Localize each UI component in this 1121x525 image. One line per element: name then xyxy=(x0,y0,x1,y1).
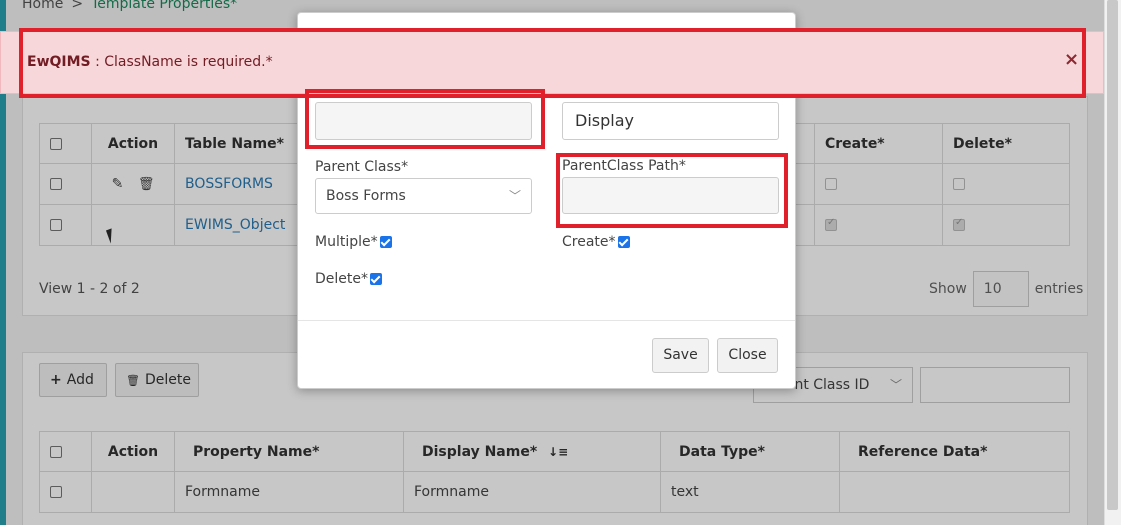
highlight-parent-class-path xyxy=(556,153,788,228)
display-name-input[interactable]: Display xyxy=(562,102,779,140)
parent-class-value: Boss Forms xyxy=(326,188,406,204)
highlight-alert xyxy=(19,28,1086,98)
save-button[interactable]: Save xyxy=(652,338,709,373)
delete-option: Delete* xyxy=(315,271,382,287)
parent-class-label: Parent Class* xyxy=(315,159,409,175)
multiple-checkbox[interactable] xyxy=(379,236,392,248)
close-button[interactable]: Close xyxy=(717,338,778,373)
parent-class-select[interactable]: Boss Forms ﹀ xyxy=(315,178,532,214)
page-scrollbar[interactable] xyxy=(1104,0,1121,525)
scrollbar-thumb[interactable] xyxy=(1107,0,1118,510)
chevron-down-icon: ﹀ xyxy=(508,189,521,203)
create-label: Create* xyxy=(562,234,616,250)
delete-checkbox[interactable] xyxy=(370,273,382,285)
multiple-label: Multiple* xyxy=(315,234,378,250)
create-option: Create* xyxy=(562,234,630,250)
modal-footer-divider xyxy=(298,320,795,321)
delete-label: Delete* xyxy=(315,271,368,287)
create-checkbox[interactable] xyxy=(617,236,630,248)
highlight-class-name xyxy=(305,89,545,149)
multiple-option: Multiple* xyxy=(315,234,392,250)
